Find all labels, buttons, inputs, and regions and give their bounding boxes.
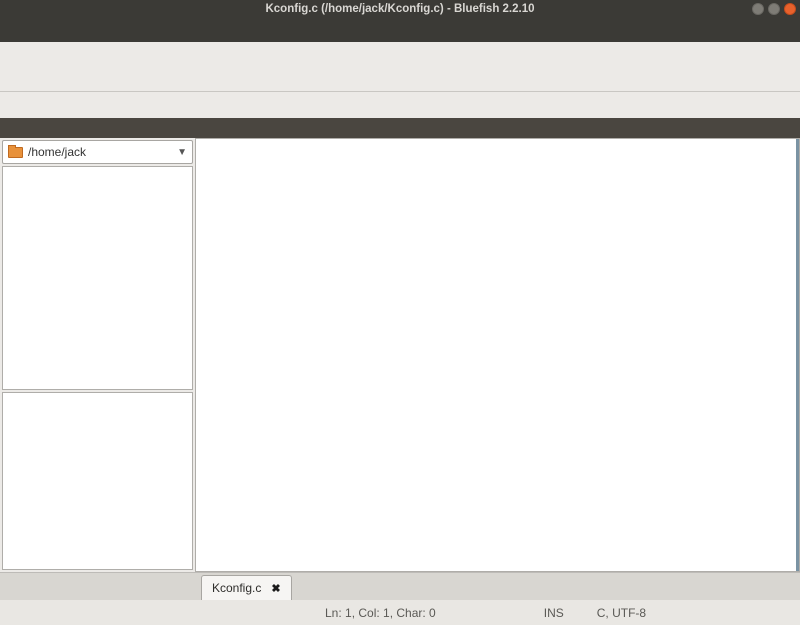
main-area: /home/jack ▼ <box>0 138 800 572</box>
document-encoding: C, UTF-8 <box>596 605 647 620</box>
menu-bar <box>0 18 800 42</box>
window-controls <box>752 3 796 15</box>
close-button[interactable] <box>784 3 796 15</box>
file-list <box>2 392 193 570</box>
quickbar-tab-bar <box>0 68 800 92</box>
status-bar: Ln: 1, Col: 1, Char: 0 INS C, UTF-8 <box>0 600 800 625</box>
minimize-button[interactable] <box>752 3 764 15</box>
directory-selector[interactable]: /home/jack ▼ <box>2 140 193 164</box>
directory-tree <box>2 166 193 390</box>
chevron-down-icon: ▼ <box>177 146 187 158</box>
document-tab-bar: Kconfig.c ✖ <box>195 573 800 600</box>
close-tab-icon[interactable]: ✖ <box>271 582 280 595</box>
window-title: Kconfig.c (/home/jack/Kconfig.c) - Bluef… <box>265 3 535 15</box>
editor-scrollbar[interactable] <box>796 139 799 571</box>
side-panel: /home/jack ▼ <box>0 138 195 572</box>
document-tab-label: Kconfig.c <box>212 581 262 595</box>
directory-path: /home/jack <box>28 145 87 159</box>
document-tab[interactable]: Kconfig.c ✖ <box>201 575 292 600</box>
main-toolbar <box>0 42 800 68</box>
cursor-position: Ln: 1, Col: 1, Char: 0 <box>325 605 436 620</box>
insert-mode: INS <box>543 605 564 620</box>
maximize-button[interactable] <box>768 3 780 15</box>
title-bar: Kconfig.c (/home/jack/Kconfig.c) - Bluef… <box>0 0 800 18</box>
panel-tab-bar <box>0 573 195 600</box>
html-toolbar <box>0 92 800 118</box>
editor-area[interactable] <box>195 138 800 572</box>
folder-icon <box>8 144 23 158</box>
language-mode-bar <box>0 118 800 138</box>
bottom-tab-row: Kconfig.c ✖ <box>0 572 800 600</box>
bluefish-window: Kconfig.c (/home/jack/Kconfig.c) - Bluef… <box>0 0 800 625</box>
